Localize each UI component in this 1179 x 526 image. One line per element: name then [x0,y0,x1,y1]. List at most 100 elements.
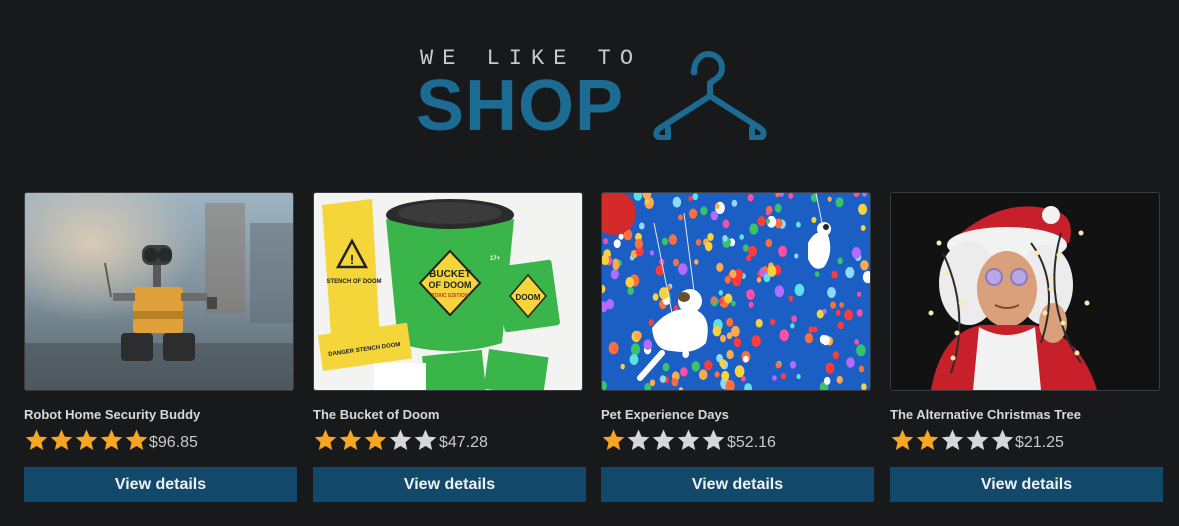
balloon [720,334,726,343]
view-details-button[interactable]: View details [890,467,1163,502]
balloon [835,197,844,208]
balloon [788,193,794,199]
balloon [825,362,835,374]
balloon [700,206,708,216]
balloon [837,257,843,265]
balloon [608,341,619,355]
man-in-santa-hat-with-lights-photo [891,193,1159,390]
balloon [742,244,749,252]
star-filled-icon [891,429,914,450]
balloon [707,233,714,241]
product-title[interactable]: Robot Home Security Buddy [24,407,200,422]
view-details-button[interactable]: View details [24,467,297,502]
view-details-button[interactable]: View details [601,467,874,502]
balloon [695,239,702,246]
product-price: $47.28 [439,434,488,451]
balloon [791,315,797,323]
balloon [639,222,645,230]
balloon [718,298,723,304]
balloon [731,300,736,307]
view-details-button[interactable]: View details [313,467,586,502]
product-price: $96.85 [149,434,198,451]
balloon [821,335,830,346]
balloon [794,253,799,259]
balloon [856,309,863,317]
balloon [858,365,865,373]
balloon [858,203,868,215]
star-empty-icon [702,429,725,450]
balloon [794,283,805,296]
balloon [741,376,746,382]
balloon [726,349,734,360]
star-filled-icon [364,429,387,450]
balloon [673,258,679,267]
balloon [634,238,643,249]
dogs-with-balloons-photo [602,193,870,390]
balloon [755,318,763,328]
product-image[interactable] [890,192,1160,391]
product-image[interactable]: ! STENCH OF DOOM 17+ BUCKET OF DOOM TOXI… [313,192,583,391]
balloon [734,365,745,378]
balloon [649,379,656,387]
balloon [811,216,817,223]
balloon [836,375,843,384]
site-logo[interactable]: WE LIKE TO SHOP [416,44,778,144]
star-rating [890,428,1015,452]
svg-text:!: ! [350,252,354,267]
balloon [775,361,781,369]
balloon [668,234,677,245]
balloon [620,363,625,370]
balloon [796,373,801,380]
balloon [671,378,679,387]
product-title[interactable]: The Alternative Christmas Tree [890,407,1081,422]
balloon [824,376,831,385]
balloon [692,193,699,201]
balloon [704,241,713,252]
bucket-title-line1: BUCKET [429,269,471,280]
balloon [612,258,619,267]
star-empty-icon [991,429,1014,450]
balloon [790,361,797,369]
balloon [731,199,738,207]
balloon [751,335,761,347]
balloon [649,250,654,256]
star-empty-icon [966,429,989,450]
balloon [672,196,682,208]
balloon [688,195,693,202]
product-price: $52.16 [727,434,776,451]
balloon [729,269,737,279]
balloon [722,235,728,242]
balloon [790,323,795,329]
balloon [722,219,730,229]
balloon [778,245,787,257]
balloon [830,301,836,309]
balloon [856,344,866,357]
balloon [704,360,713,371]
product-card: ! STENCH OF DOOM 17+ BUCKET OF DOOM TOXI… [313,192,586,504]
balloon [661,237,668,246]
age-badge: 17+ [490,256,501,262]
balloon [714,203,720,210]
balloon [846,357,855,368]
balloon [731,325,740,337]
balloon [718,290,723,296]
star-empty-icon [414,429,437,450]
star-empty-icon [941,429,964,450]
star-filled-icon [50,429,73,450]
product-image[interactable] [24,192,294,391]
balloon [860,225,866,231]
balloon [814,271,820,277]
balloon [613,239,621,248]
product-price: $21.25 [1015,434,1064,451]
product-title[interactable]: Pet Experience Days [601,407,729,422]
balloon [845,266,855,279]
balloon [627,286,634,295]
pouch-label: STENCH OF DOOM [327,279,382,285]
balloon [774,285,785,298]
product-title[interactable]: The Bucket of Doom [313,407,439,422]
balloon [827,287,836,298]
balloon [774,203,782,213]
balloon [808,326,814,333]
star-filled-icon [125,429,148,450]
product-image[interactable] [601,192,871,391]
